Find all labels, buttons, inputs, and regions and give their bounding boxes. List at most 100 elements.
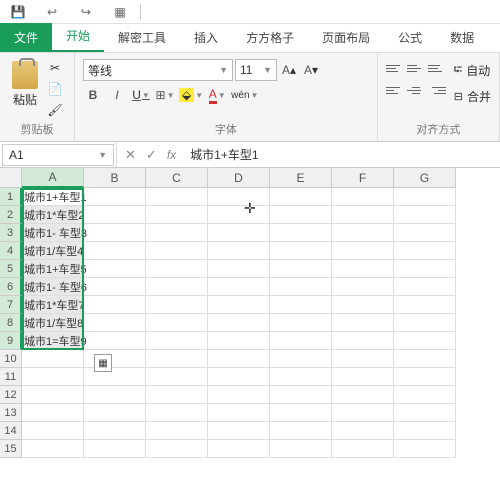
align-top-icon[interactable] bbox=[386, 59, 404, 77]
cell-D4[interactable] bbox=[208, 242, 270, 260]
cell-G13[interactable] bbox=[394, 404, 456, 422]
row-header-6[interactable]: 6 bbox=[0, 278, 22, 296]
cell-D3[interactable] bbox=[208, 224, 270, 242]
col-header-B[interactable]: B bbox=[84, 168, 146, 188]
cell-A2[interactable]: 城市1*车型2 bbox=[22, 206, 84, 224]
cell-B4[interactable] bbox=[84, 242, 146, 260]
cell-G11[interactable] bbox=[394, 368, 456, 386]
cell-A5[interactable]: 城市1+车型5 bbox=[22, 260, 84, 278]
cell-A9[interactable]: 城市1=车型9 bbox=[22, 332, 84, 350]
row-header-1[interactable]: 1 bbox=[0, 188, 22, 206]
align-left-icon[interactable] bbox=[386, 81, 404, 99]
cell-E8[interactable] bbox=[270, 314, 332, 332]
merge-button[interactable]: ⊟ 合并 bbox=[454, 85, 491, 107]
align-middle-icon[interactable] bbox=[407, 59, 425, 77]
row-header-7[interactable]: 7 bbox=[0, 296, 22, 314]
cell-G14[interactable] bbox=[394, 422, 456, 440]
cell-E5[interactable] bbox=[270, 260, 332, 278]
italic-button[interactable]: I bbox=[107, 85, 127, 105]
col-header-F[interactable]: F bbox=[332, 168, 394, 188]
accept-icon[interactable]: ✓ bbox=[146, 147, 157, 163]
cell-F14[interactable] bbox=[332, 422, 394, 440]
cell-C3[interactable] bbox=[146, 224, 208, 242]
cell-B3[interactable] bbox=[84, 224, 146, 242]
bold-button[interactable]: B bbox=[83, 85, 103, 105]
cell-G10[interactable] bbox=[394, 350, 456, 368]
align-bottom-icon[interactable] bbox=[428, 59, 446, 77]
qat-redo-icon[interactable]: ↪ bbox=[72, 2, 100, 22]
cell-A4[interactable]: 城市1/车型4 bbox=[22, 242, 84, 260]
row-header-8[interactable]: 8 bbox=[0, 314, 22, 332]
row-header-15[interactable]: 15 bbox=[0, 440, 22, 458]
col-header-D[interactable]: D bbox=[208, 168, 270, 188]
cell-G9[interactable] bbox=[394, 332, 456, 350]
cell-C10[interactable] bbox=[146, 350, 208, 368]
cell-A12[interactable] bbox=[22, 386, 84, 404]
cell-F2[interactable] bbox=[332, 206, 394, 224]
cell-E1[interactable] bbox=[270, 188, 332, 206]
cell-F10[interactable] bbox=[332, 350, 394, 368]
align-right-icon[interactable] bbox=[428, 81, 446, 99]
cell-D7[interactable] bbox=[208, 296, 270, 314]
tab-insert[interactable]: 插入 bbox=[180, 23, 232, 52]
row-header-4[interactable]: 4 bbox=[0, 242, 22, 260]
cell-F13[interactable] bbox=[332, 404, 394, 422]
cell-D2[interactable] bbox=[208, 206, 270, 224]
cell-A1[interactable]: 城市1+车型1 bbox=[22, 188, 84, 206]
cell-C7[interactable] bbox=[146, 296, 208, 314]
row-header-5[interactable]: 5 bbox=[0, 260, 22, 278]
cell-A3[interactable]: 城市1- 车型3 bbox=[22, 224, 84, 242]
cell-G4[interactable] bbox=[394, 242, 456, 260]
cell-G15[interactable] bbox=[394, 440, 456, 458]
cell-E6[interactable] bbox=[270, 278, 332, 296]
fx-icon[interactable]: fx bbox=[167, 148, 176, 162]
cell-E13[interactable] bbox=[270, 404, 332, 422]
decrease-font-icon[interactable]: A▾ bbox=[301, 60, 321, 80]
cell-C9[interactable] bbox=[146, 332, 208, 350]
col-header-G[interactable]: G bbox=[394, 168, 456, 188]
cell-C15[interactable] bbox=[146, 440, 208, 458]
autofill-options-icon[interactable]: ▦ bbox=[94, 354, 112, 372]
cell-B5[interactable] bbox=[84, 260, 146, 278]
cell-D9[interactable] bbox=[208, 332, 270, 350]
col-header-C[interactable]: C bbox=[146, 168, 208, 188]
row-header-11[interactable]: 11 bbox=[0, 368, 22, 386]
font-color-button[interactable]: A▼ bbox=[207, 85, 227, 105]
cell-D15[interactable] bbox=[208, 440, 270, 458]
cell-F1[interactable] bbox=[332, 188, 394, 206]
copy-icon[interactable]: 📄 bbox=[44, 80, 66, 98]
cell-G3[interactable] bbox=[394, 224, 456, 242]
cell-B9[interactable] bbox=[84, 332, 146, 350]
cell-G6[interactable] bbox=[394, 278, 456, 296]
cell-C8[interactable] bbox=[146, 314, 208, 332]
cell-C12[interactable] bbox=[146, 386, 208, 404]
cell-F4[interactable] bbox=[332, 242, 394, 260]
cell-F6[interactable] bbox=[332, 278, 394, 296]
col-header-A[interactable]: A bbox=[22, 168, 84, 188]
cell-F12[interactable] bbox=[332, 386, 394, 404]
cell-F7[interactable] bbox=[332, 296, 394, 314]
cell-B7[interactable] bbox=[84, 296, 146, 314]
cell-E2[interactable] bbox=[270, 206, 332, 224]
cell-G5[interactable] bbox=[394, 260, 456, 278]
cell-E7[interactable] bbox=[270, 296, 332, 314]
cell-B15[interactable] bbox=[84, 440, 146, 458]
cell-E4[interactable] bbox=[270, 242, 332, 260]
row-header-14[interactable]: 14 bbox=[0, 422, 22, 440]
cell-F11[interactable] bbox=[332, 368, 394, 386]
cell-D10[interactable] bbox=[208, 350, 270, 368]
cell-A15[interactable] bbox=[22, 440, 84, 458]
align-center-icon[interactable] bbox=[407, 81, 425, 99]
qat-new-icon[interactable]: ▦ bbox=[106, 2, 134, 22]
row-header-2[interactable]: 2 bbox=[0, 206, 22, 224]
underline-button[interactable]: U▼ bbox=[131, 85, 151, 105]
cell-F8[interactable] bbox=[332, 314, 394, 332]
cell-E10[interactable] bbox=[270, 350, 332, 368]
font-size-combo[interactable]: 11▼ bbox=[235, 59, 277, 81]
cancel-icon[interactable]: ✕ bbox=[125, 147, 136, 163]
cell-B14[interactable] bbox=[84, 422, 146, 440]
qat-undo-icon[interactable]: ↩ bbox=[38, 2, 66, 22]
cell-D13[interactable] bbox=[208, 404, 270, 422]
cell-A10[interactable] bbox=[22, 350, 84, 368]
font-name-combo[interactable]: 等线▼ bbox=[83, 59, 233, 81]
